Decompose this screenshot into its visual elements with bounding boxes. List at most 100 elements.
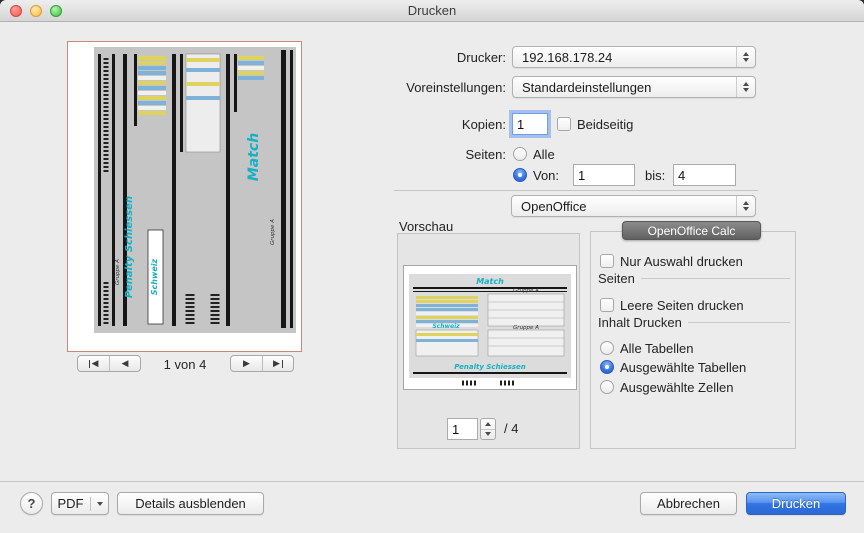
vorschau-page-total: / 4 [504,421,518,436]
selection-only-label: Nur Auswahl drucken [620,254,743,269]
pages-from-input[interactable] [573,164,635,186]
calc-options-tab-label: OpenOffice Calc [648,224,736,238]
stepper-down-button[interactable] [481,430,495,440]
chevron-down-icon [97,502,103,506]
presets-label: Voreinstellungen: [326,80,506,95]
hide-details-button[interactable]: Details ausblenden [117,492,264,515]
next-page-button[interactable]: ▶ [231,356,262,371]
preview-text-gruppe: Gruppe A [513,325,539,331]
nav-back-segment: ◀ ◀ [77,355,141,372]
presets-select[interactable]: Standardeinstellungen [512,76,756,98]
vorschau-page-stepper[interactable] [480,418,496,440]
vorschau-page-input[interactable] [447,418,478,440]
print-button[interactable]: Drucken [746,492,846,515]
window-title: Drucken [0,3,864,18]
up-arrow-icon [485,422,491,426]
preview-page-graphic: Penalty Schiessen Schweiz Match Gruppe A… [68,42,301,351]
next-page-icon: ▶ [243,358,250,369]
selected-tables-radio[interactable] [600,360,614,374]
popup-arrows-icon [736,196,755,216]
last-page-icon: ▶ [273,358,280,369]
twosided-label: Beidseitig [577,117,633,132]
content-section-header: Inhalt Drucken [598,315,790,330]
printer-label: Drucker: [326,50,506,65]
app-options-select[interactable]: OpenOffice [511,195,756,217]
nav-forward-segment: ▶ ▶ [230,355,294,372]
all-tables-radio[interactable] [600,341,614,355]
content-section-label: Inhalt Drucken [598,315,682,330]
up-arrow-icon [743,201,749,205]
previous-page-button[interactable]: ◀ [109,356,140,371]
twosided-checkbox[interactable] [557,117,571,131]
hide-details-label: Details ausblenden [135,496,246,511]
cancel-label: Abbrechen [657,496,720,511]
selected-cells-radio[interactable] [600,380,614,394]
preview-text-penalty: Penalty Schiessen [454,363,526,371]
preview-text-gruppe: Gruppe A [513,288,539,294]
pages-label: Seiten: [326,147,506,162]
form-divider [394,190,758,191]
down-arrow-icon [743,58,749,62]
copies-label: Kopien: [326,117,506,132]
popup-arrows-icon [736,47,755,67]
pdf-menu-button[interactable]: PDF [51,492,109,515]
down-arrow-icon [743,207,749,211]
popup-arrows-icon [736,77,755,97]
pages-from-radio[interactable] [513,168,527,182]
last-page-button[interactable]: ▶ [262,356,293,371]
pages-section-label: Seiten [598,271,635,286]
print-label: Drucken [772,496,820,511]
pdf-button-label: PDF [58,496,84,511]
titlebar: Drucken [0,0,864,22]
first-page-icon: ◀ [92,358,99,369]
selected-cells-label: Ausgewählte Zellen [620,380,733,395]
help-icon: ? [28,496,36,511]
all-tables-label: Alle Tabellen [620,341,693,356]
copies-input[interactable] [512,113,548,135]
first-page-bar-icon [89,360,90,368]
app-options-select-value: OpenOffice [521,199,587,214]
footer-divider [0,481,864,482]
vorschau-panel: Match Gruppe [397,233,580,449]
down-arrow-icon [743,88,749,92]
vorschau-mini-page: Match Gruppe [403,265,577,390]
pdf-button-separator [90,497,91,511]
down-arrow-icon [485,432,491,436]
pages-from-label: Von: [533,168,559,183]
pages-to-label: bis: [645,168,665,183]
presets-select-value: Standardeinstellungen [522,80,651,95]
first-page-button[interactable]: ◀ [78,356,109,371]
print-dialog-window: Drucken [0,0,864,533]
preview-text-penalty: Penalty Schiessen [124,196,135,298]
previous-page-icon: ◀ [122,358,129,369]
printer-select-value: 192.168.178.24 [522,50,612,65]
preview-text-schweiz: Schweiz [432,323,460,330]
last-page-bar-icon [282,360,283,368]
preview-text-match: Match [246,133,262,181]
pages-all-radio[interactable] [513,147,527,161]
selection-only-checkbox[interactable] [600,254,614,268]
print-empty-pages-label: Leere Seiten drucken [620,298,744,313]
print-empty-pages-checkbox[interactable] [600,298,614,312]
vorschau-title: Vorschau [399,219,453,234]
cancel-button[interactable]: Abbrechen [640,492,737,515]
preview-text-schweiz: Schweiz [150,258,159,295]
up-arrow-icon [743,52,749,56]
calc-options-tab: OpenOffice Calc [622,221,761,240]
printer-select[interactable]: 192.168.178.24 [512,46,756,68]
help-button[interactable]: ? [20,492,43,515]
pages-section-header: Seiten [598,271,790,286]
section-rule [688,322,790,323]
stepper-up-button[interactable] [481,419,495,430]
vorschau-mini-graphic: Match Gruppe [404,266,576,389]
preview-text-gruppe: Gruppe A [115,259,121,285]
preview-text-gruppe: Gruppe A [270,219,276,245]
section-rule [641,278,790,279]
selected-tables-label: Ausgewählte Tabellen [620,360,746,375]
page-indicator: 1 von 4 [140,357,230,372]
pages-to-input[interactable] [673,164,736,186]
preview-text-match: Match [476,277,504,286]
up-arrow-icon [743,82,749,86]
pages-all-label: Alle [533,147,555,162]
print-preview-page: Penalty Schiessen Schweiz Match Gruppe A… [67,41,302,352]
